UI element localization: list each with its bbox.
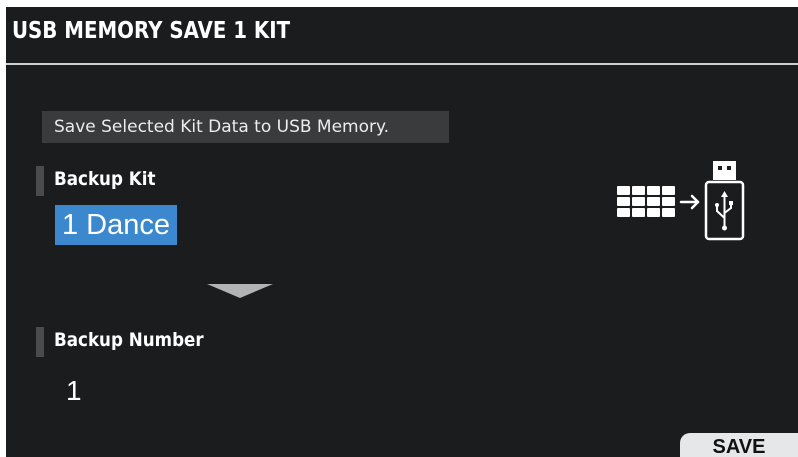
pads-to-usb-icon: [617, 161, 745, 241]
header-bar: USB MEMORY SAVE 1 KIT: [6, 7, 798, 62]
backup-kit-value[interactable]: 1 Dance: [55, 205, 178, 245]
pad-grid-icon: [617, 186, 675, 217]
header-divider: [6, 63, 798, 65]
arrow-down-icon: [207, 284, 273, 298]
page-title: USB MEMORY SAVE 1 KIT: [12, 18, 291, 44]
backup-number-label: Backup Number: [54, 329, 204, 351]
backup-kit-marker: [36, 166, 44, 196]
right-arrow-icon: [679, 194, 700, 210]
backup-number-value[interactable]: 1: [66, 373, 82, 409]
backup-kit-label: Backup Kit: [54, 168, 156, 190]
usb-stick-icon: [704, 161, 745, 241]
backup-number-marker: [36, 327, 44, 357]
description-text: Save Selected Kit Data to USB Memory.: [42, 111, 449, 143]
save-button[interactable]: SAVE: [680, 433, 798, 457]
usb-memory-save-screen: USB MEMORY SAVE 1 KIT Save Selected Kit …: [6, 7, 798, 457]
